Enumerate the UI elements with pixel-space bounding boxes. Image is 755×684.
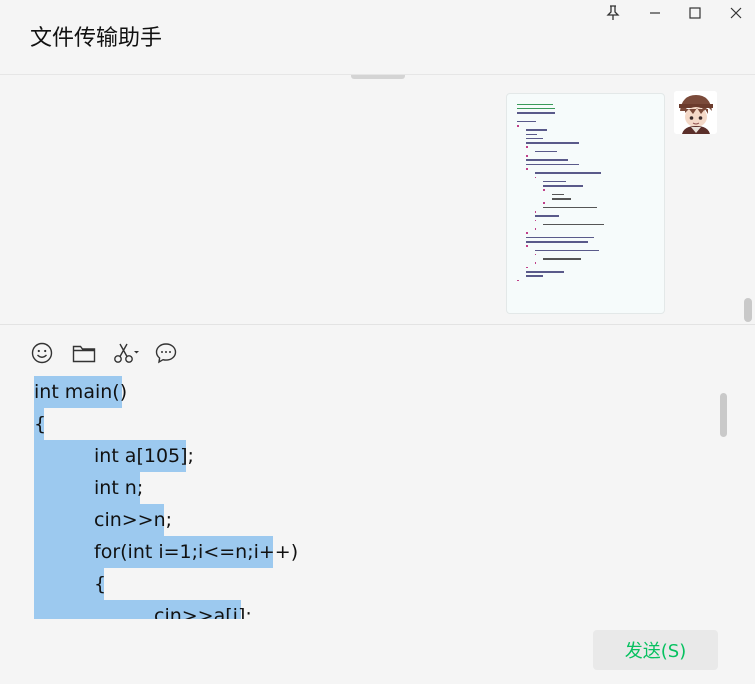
screenshot-button[interactable]: [111, 342, 141, 364]
thumb-code-stroke: [552, 198, 572, 200]
maximize-icon: [689, 7, 701, 19]
thumb-code-stroke: [525, 133, 538, 136]
scissors-icon: [114, 343, 139, 363]
emoji-button[interactable]: [29, 342, 55, 364]
thumb-code-stroke: [534, 176, 537, 179]
thumb-code-stroke: [525, 137, 543, 140]
maximize-button[interactable]: [680, 2, 710, 24]
editor-line[interactable]: {: [34, 568, 106, 600]
editor-scrollbar[interactable]: [720, 393, 727, 437]
folder-icon: [72, 345, 96, 363]
thumb-code-stroke: [534, 228, 537, 230]
thumb-code-stroke: [525, 155, 528, 157]
pin-icon: [606, 5, 620, 20]
message-list[interactable]: [0, 75, 755, 325]
thumb-code-stroke: [534, 249, 600, 252]
thumb-code-stroke: [543, 180, 567, 183]
thumb-code-stroke: [552, 193, 564, 196]
close-icon: [730, 7, 742, 19]
image-message[interactable]: [506, 93, 665, 314]
thumb-code-stroke: [543, 202, 546, 204]
thumb-code-stroke: [525, 129, 547, 131]
avatar[interactable]: [674, 91, 717, 134]
thumb-code-stroke: [525, 275, 543, 277]
thumb-code-stroke: [534, 172, 602, 174]
emoji-icon: [31, 342, 53, 364]
thumb-code-stroke: [525, 159, 568, 161]
chat-history-button[interactable]: [153, 342, 179, 364]
editor-line[interactable]: for(int i=1;i<=n;i++): [34, 536, 298, 568]
editor-line[interactable]: int n;: [34, 472, 143, 504]
thumb-code-stroke: [534, 210, 537, 213]
editor-line[interactable]: cin>>n;: [34, 504, 172, 536]
thumb-code-stroke: [525, 232, 528, 234]
editor-line[interactable]: int main(): [34, 376, 127, 408]
thumb-code-stroke: [534, 215, 560, 217]
pin-button[interactable]: [598, 2, 628, 24]
thumb-code-stroke: [543, 223, 605, 226]
thumb-code-stroke: [525, 163, 579, 166]
minimize-button[interactable]: [640, 2, 670, 24]
thumb-code-stroke: [517, 279, 519, 282]
chat-scrollbar[interactable]: [744, 298, 752, 322]
thumb-code-stroke: [543, 189, 546, 192]
thumb-code-stroke: [534, 253, 537, 256]
code-screenshot-thumbnail: [517, 102, 657, 282]
close-button[interactable]: [721, 2, 751, 24]
input-toolbar: [0, 325, 755, 373]
message-input[interactable]: int main() { int a[105]; int n; cin>>n; …: [0, 373, 755, 619]
thumb-code-stroke: [543, 258, 582, 260]
resize-handle[interactable]: [351, 75, 405, 79]
thumb-code-stroke: [543, 206, 597, 209]
thumb-code-stroke: [525, 266, 528, 269]
thumb-code-stroke: [517, 112, 555, 114]
avatar-image: [674, 91, 717, 134]
thumb-code-stroke: [517, 120, 536, 123]
thumb-code-stroke: [525, 236, 595, 239]
minimize-icon: [650, 12, 660, 14]
editor-line[interactable]: {: [34, 408, 46, 440]
thumb-code-stroke: [534, 150, 558, 153]
thumb-code-stroke: [525, 271, 564, 273]
send-button[interactable]: 发送(S): [593, 630, 718, 670]
title-bar: 文件传输助手: [0, 0, 755, 75]
thumb-code-stroke: [517, 103, 554, 106]
thumb-code-stroke: [525, 142, 579, 144]
thumb-code-stroke: [525, 245, 528, 247]
editor-line[interactable]: cin>>a[i];: [34, 600, 252, 619]
thumb-code-stroke: [525, 167, 528, 170]
chat-title: 文件传输助手: [30, 26, 163, 51]
thumb-code-stroke: [534, 219, 537, 222]
send-file-button[interactable]: [71, 342, 97, 364]
thumb-code-stroke: [534, 262, 537, 265]
thumb-code-stroke: [543, 185, 584, 187]
thumb-code-stroke: [517, 124, 519, 127]
chat-bubble-icon: [155, 343, 177, 364]
thumb-code-stroke: [525, 146, 528, 149]
thumb-code-stroke: [517, 107, 555, 110]
thumb-code-line: [517, 278, 657, 282]
editor-line[interactable]: int a[105];: [34, 440, 194, 472]
thumb-code-stroke: [525, 241, 589, 243]
